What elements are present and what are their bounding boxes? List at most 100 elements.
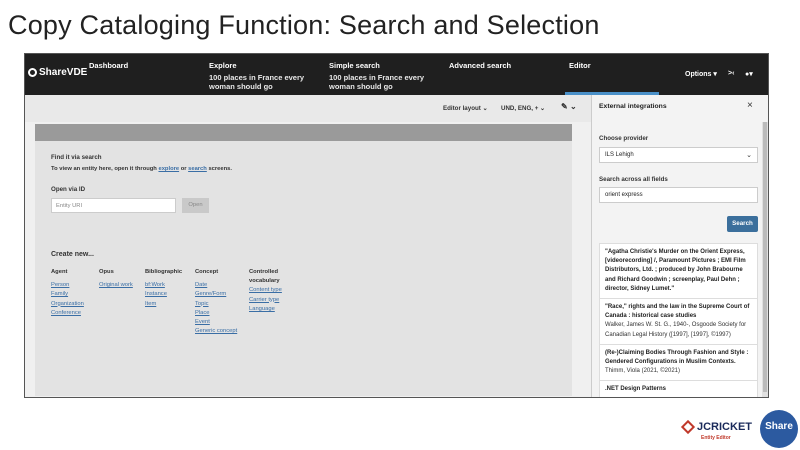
create-bfwork-link[interactable]: bf:Work: [145, 281, 182, 290]
result-title: .NET Design Patterns: [605, 386, 667, 393]
create-family-link[interactable]: Family: [51, 290, 84, 299]
column-title: Bibliographic: [145, 269, 183, 275]
create-instance-link[interactable]: Instance: [145, 290, 182, 299]
create-heading: Create new...: [51, 251, 94, 258]
create-place-link[interactable]: Place: [195, 309, 237, 318]
nav-label: Editor: [569, 61, 591, 70]
nav-sublabel: 100 places in France every woman should …: [329, 73, 425, 91]
search-result[interactable]: (Re-)Claiming Bodies Through Fashion and…: [600, 345, 757, 382]
jcricket-text: JCRICKET: [697, 421, 753, 433]
find-text: To view an entity here, open it through …: [51, 166, 232, 172]
app-logo[interactable]: ShareVDE: [28, 67, 87, 78]
create-event-link[interactable]: Event: [195, 318, 237, 327]
column-title: Concept: [195, 269, 219, 275]
result-meta: Walker, James W. St. G., 1940-, Osgoode …: [605, 322, 747, 338]
nav-sublabel: 100 places in France every woman should …: [209, 73, 305, 91]
result-title: "Race," rights and the law in the Suprem…: [605, 304, 750, 320]
language-label: UND, ENG, +: [501, 105, 539, 112]
editor-toolbar: Editor layout ⌄ UND, ENG, + ⌄ ✎ ⌄: [25, 95, 591, 122]
nav-editor[interactable]: Editor: [569, 61, 591, 70]
user-menu[interactable]: ●▾: [745, 70, 753, 78]
explore-link[interactable]: explore: [158, 166, 179, 172]
search-result[interactable]: "Agatha Christie's Murder on the Orient …: [600, 244, 757, 300]
nav-label: Advanced search: [449, 61, 512, 70]
nav-label: Simple search: [329, 61, 380, 70]
expand-icon[interactable]: >‹: [728, 70, 734, 77]
create-carrier-type-link[interactable]: Carrier type: [249, 296, 299, 305]
entity-uri-input[interactable]: Entity URI: [51, 198, 176, 213]
create-column-controlled-vocabulary: Controlled vocabulary Content type Carri…: [249, 268, 299, 314]
logo-text: ShareVDE: [39, 67, 88, 78]
search-result[interactable]: "Race," rights and the law in the Suprem…: [600, 299, 757, 345]
find-text-part: To view an entity here, open it through: [51, 166, 159, 172]
result-title: (Re-)Claiming Bodies Through Fashion and…: [605, 349, 749, 366]
editor-header-band: [35, 124, 572, 141]
create-conference-link[interactable]: Conference: [51, 309, 84, 318]
search-input[interactable]: orient express: [599, 187, 758, 203]
create-column-opus: Opus Original work: [99, 268, 133, 290]
column-title: Controlled vocabulary: [249, 269, 280, 285]
panel-scrollbar[interactable]: [762, 122, 768, 397]
chevron-down-icon: ⌄: [482, 105, 488, 112]
find-heading: Find it via search: [51, 154, 102, 161]
create-genre-form-link[interactable]: Genre/Form: [195, 290, 237, 299]
provider-value: ILS Lehigh: [605, 152, 634, 158]
nav-explore[interactable]: Explore 100 places in France every woman…: [209, 61, 309, 91]
create-topic-link[interactable]: Topic: [195, 300, 237, 309]
app-screenshot: ShareVDE Dashboard Explore 100 places in…: [24, 53, 769, 398]
options-label: Options: [685, 71, 712, 78]
chevron-down-icon: ▾: [713, 71, 717, 78]
provider-select[interactable]: ILS Lehigh ⌄: [599, 147, 758, 163]
create-generic-concept-link[interactable]: Generic concept: [195, 327, 237, 336]
share-family-logo: Share: [760, 410, 798, 448]
open-button[interactable]: Open: [182, 198, 209, 213]
create-content-type-link[interactable]: Content type: [249, 286, 299, 295]
jcricket-subtitle: Entity Editor: [701, 435, 731, 441]
nav-label: Dashboard: [89, 61, 129, 70]
top-nav: ShareVDE Dashboard Explore 100 places in…: [25, 54, 768, 95]
cricket-icon: [680, 420, 696, 435]
column-title: Agent: [51, 269, 68, 275]
create-organization-link[interactable]: Organization: [51, 300, 84, 309]
nav-simple-search[interactable]: Simple search 100 places in France every…: [329, 61, 429, 91]
editor-layout-dropdown[interactable]: Editor layout ⌄: [443, 105, 488, 112]
chevron-down-icon: ▾: [749, 71, 753, 78]
create-language-link[interactable]: Language: [249, 305, 299, 314]
nav-advanced-search[interactable]: Advanced search: [449, 61, 511, 70]
options-menu[interactable]: Options ▾: [685, 70, 717, 78]
find-text-part: screens.: [206, 166, 232, 172]
editor-layout-label: Editor layout: [443, 105, 481, 112]
open-heading: Open via ID: [51, 186, 86, 193]
language-dropdown[interactable]: UND, ENG, + ⌄: [501, 105, 545, 112]
column-title: Opus: [99, 269, 114, 275]
logo-icon: [28, 68, 37, 77]
close-icon[interactable]: ×: [747, 100, 753, 111]
edit-mode-dropdown[interactable]: ✎ ⌄: [561, 102, 577, 111]
pencil-icon: ✎: [561, 102, 568, 111]
create-column-concept: Concept Date Genre/Form Topic Place Even…: [195, 268, 237, 336]
chevron-down-icon: ⌄: [540, 105, 546, 112]
nav-dashboard[interactable]: Dashboard: [89, 61, 128, 70]
result-title: "Agatha Christie's Murder on the Orient …: [605, 249, 746, 292]
external-integrations-panel: External integrations × Choose provider …: [591, 95, 768, 397]
search-button[interactable]: Search: [727, 216, 758, 232]
create-column-bibliographic: Bibliographic bf:Work Instance Item: [145, 268, 182, 309]
provider-label: Choose provider: [599, 135, 649, 142]
share-family-text: Share: [765, 421, 793, 432]
create-date-link[interactable]: Date: [195, 281, 237, 290]
panel-title: External integrations: [599, 103, 667, 110]
search-link[interactable]: search: [188, 166, 207, 172]
scrollbar-thumb[interactable]: [763, 122, 767, 392]
search-result[interactable]: .NET Design Patterns: [600, 381, 757, 397]
search-results-list: "Agatha Christie's Murder on the Orient …: [599, 243, 758, 397]
editor-area: Find it via search To view an entity her…: [35, 141, 572, 396]
nav-label: Explore: [209, 61, 237, 70]
result-meta: Thimm, Viola (2021, ©2021): [605, 368, 681, 375]
find-text-part: or: [179, 166, 189, 172]
slide-title: Copy Cataloging Function: Search and Sel…: [8, 10, 600, 40]
create-original-work-link[interactable]: Original work: [99, 281, 133, 290]
create-person-link[interactable]: Person: [51, 281, 84, 290]
create-item-link[interactable]: Item: [145, 300, 182, 309]
create-column-agent: Agent Person Family Organization Confere…: [51, 268, 84, 318]
chevron-down-icon: ⌄: [746, 152, 752, 159]
